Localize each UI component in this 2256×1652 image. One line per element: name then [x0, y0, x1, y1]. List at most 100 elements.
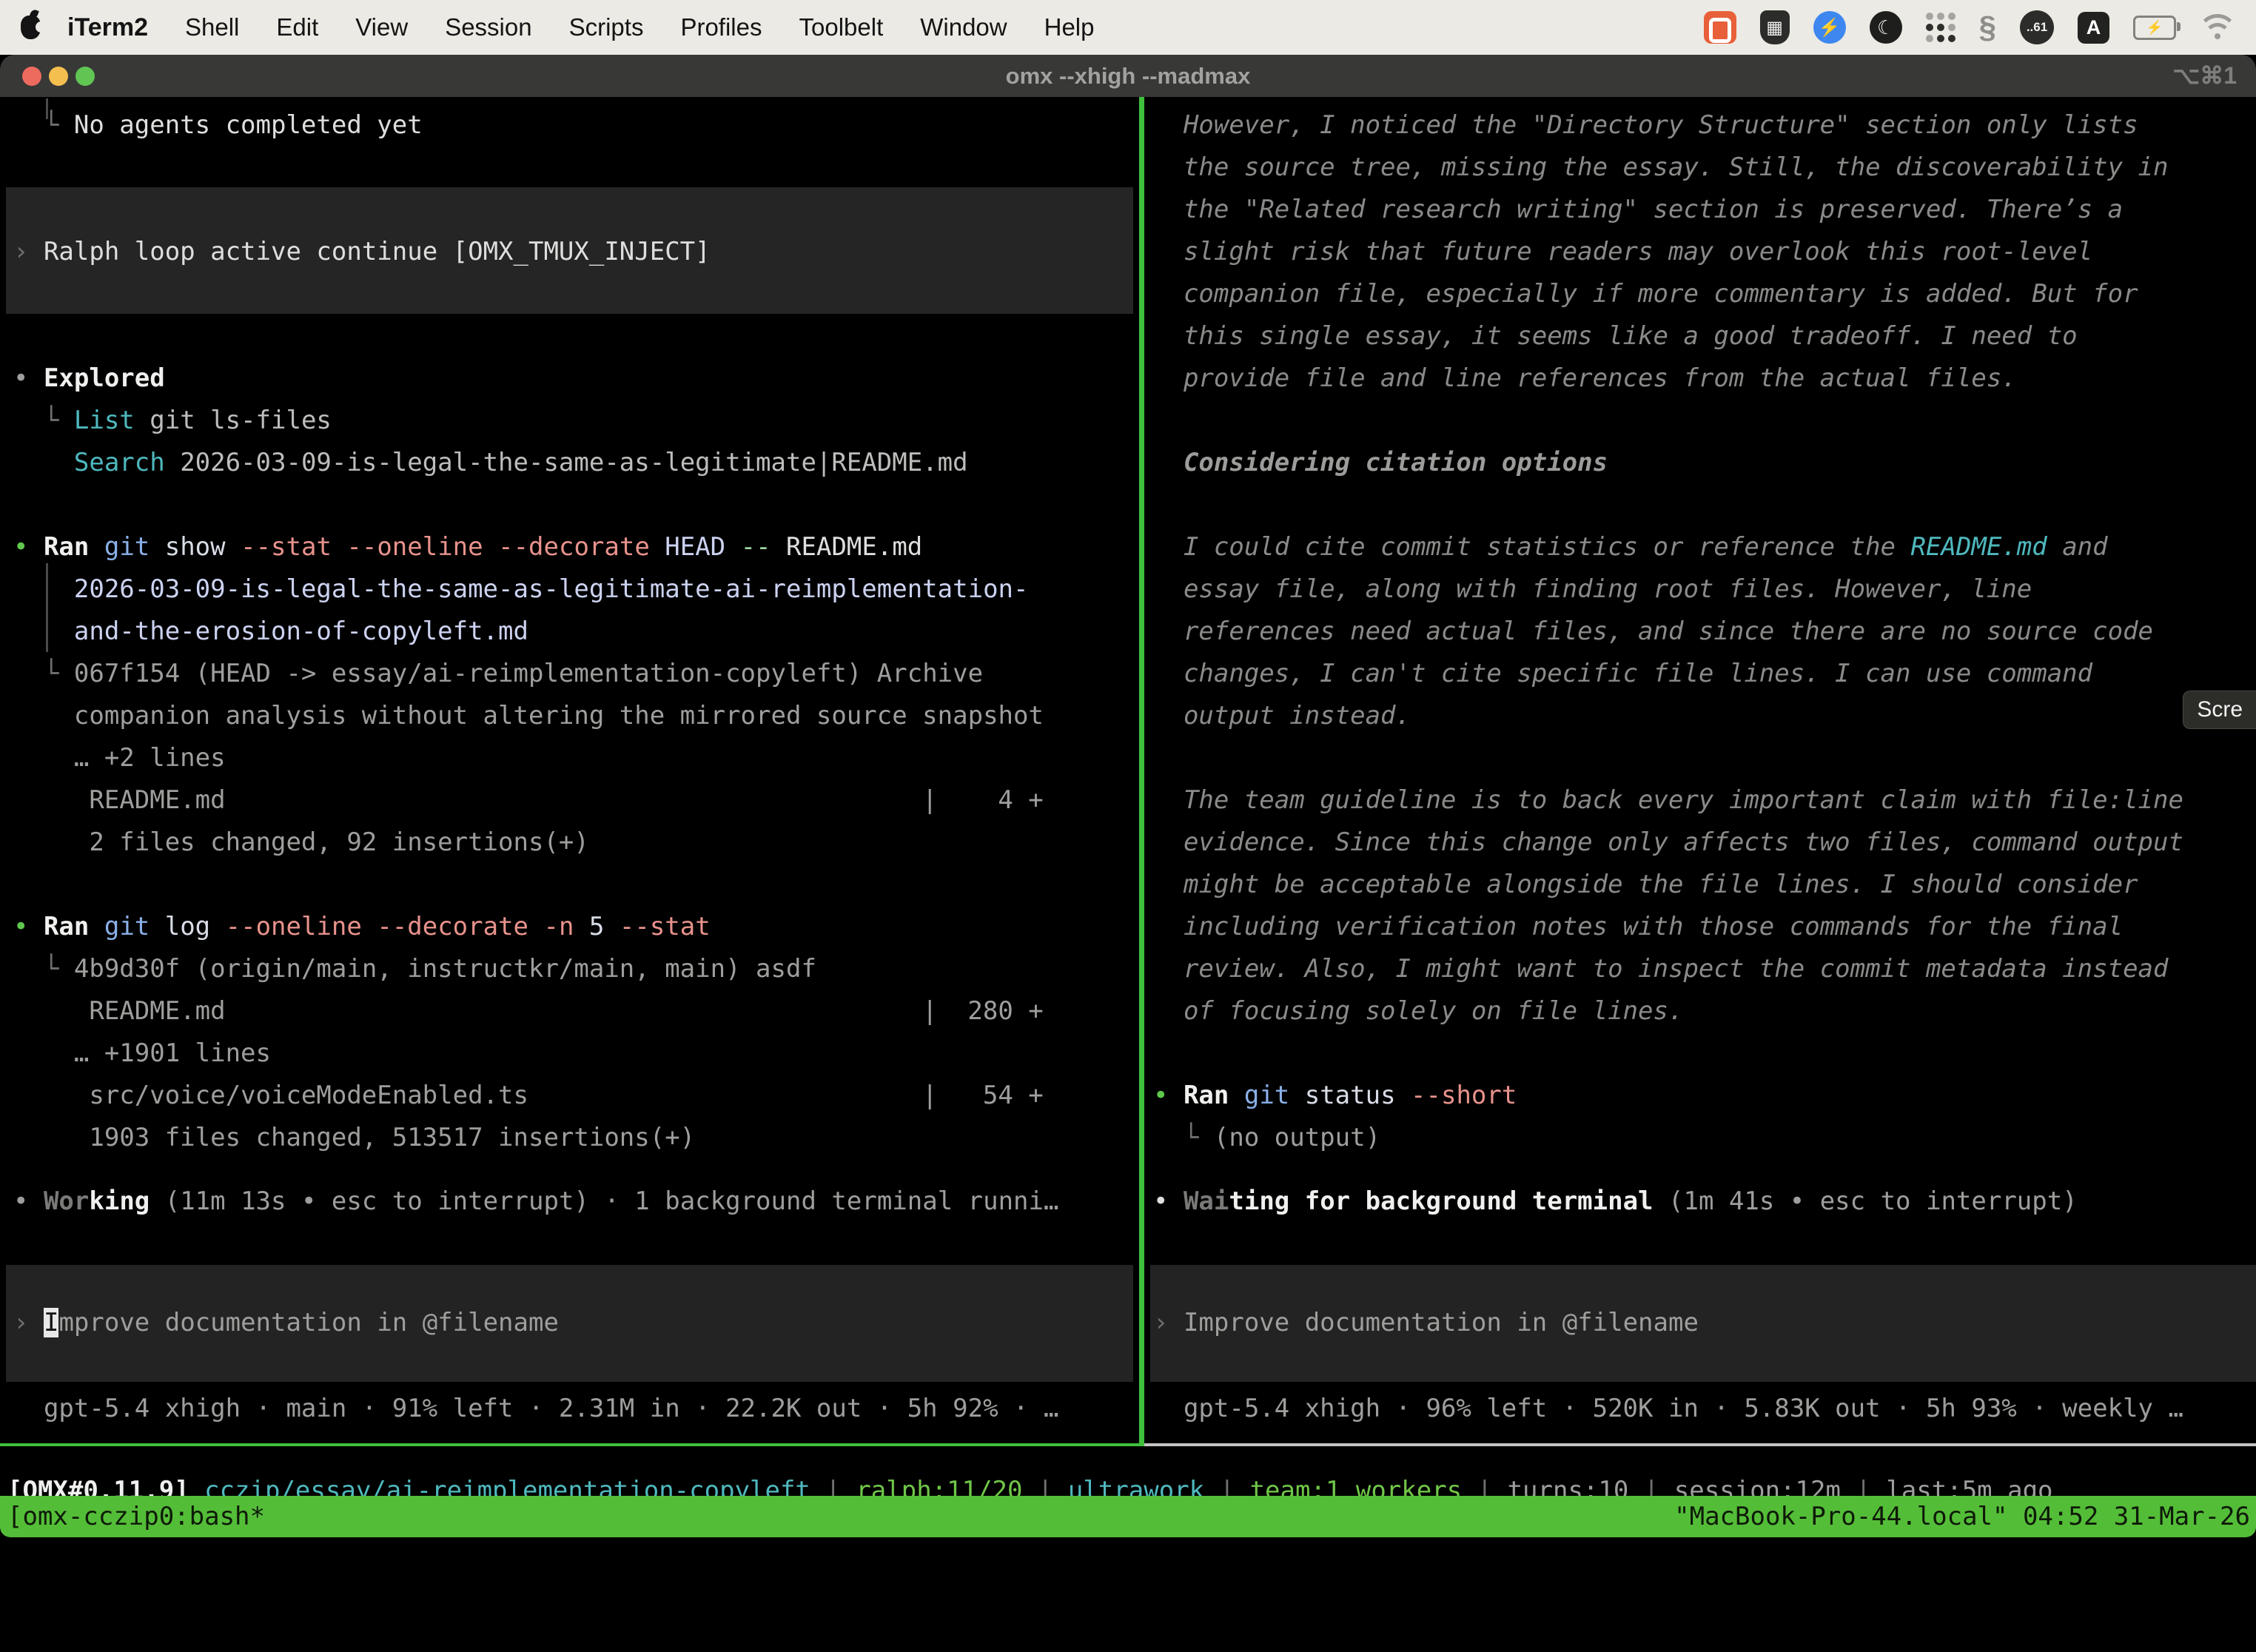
text-segment: However, I noticed the "Directory Struct…: [1153, 110, 2138, 140]
left-pane[interactable]: └ No agents completed yet› Ralph loop ac…: [0, 97, 1139, 1445]
terminal-line: companion analysis without altering the …: [13, 695, 1044, 737]
shield-grid-icon[interactable]: [1760, 10, 1790, 44]
text-segment: └: [1153, 1123, 1214, 1152]
menu-item-shell[interactable]: Shell: [185, 13, 239, 42]
workflow-badge-icon[interactable]: [1813, 11, 1846, 44]
text-segment: git ls-files: [150, 406, 332, 435]
text-segment: README.md: [13, 996, 226, 1026]
terminal-line: references need actual files, and since …: [1153, 611, 2153, 653]
text-segment: references need actual files, and since …: [1153, 617, 2153, 646]
text-segment: •: [13, 363, 44, 393]
text-segment: Ralph loop active continue [OMX_TMUX_INJ…: [44, 237, 711, 266]
text-segment: --: [741, 532, 786, 562]
battery-percent-label: ..61: [2027, 20, 2047, 35]
text-segment: … +1901 lines: [13, 1038, 271, 1068]
text-segment: Ran: [1184, 1081, 1244, 1110]
text-segment: the "Related research writing" section i…: [1153, 195, 2123, 224]
text-segment: gpt-5.4 xhigh · main · 91% left · 2.31M …: [13, 1394, 1058, 1423]
terminal-line: • Working (11m 13s • esc to interrupt) ·…: [13, 1181, 1058, 1223]
window-title-bar[interactable]: omx --xhigh --madmax ⌥⌘1: [0, 55, 2256, 97]
health-squiggle-icon[interactable]: §: [1979, 10, 1996, 45]
terminal-line: including verification notes with those …: [1153, 906, 2123, 948]
menu-item-iterm2[interactable]: iTerm2: [67, 13, 148, 42]
text-segment: | 4 +: [922, 779, 1044, 822]
terminal-line: README.md| 280 +: [13, 990, 226, 1032]
apple-menu-icon[interactable]: [21, 16, 41, 39]
right-pane[interactable]: However, I noticed the "Directory Struct…: [1144, 97, 2256, 1445]
text-segment: evidence. Since this change only affects…: [1153, 827, 2183, 857]
tmux-session-label: [omx-cczip0:bash*: [7, 1496, 265, 1537]
menu-item-window[interactable]: Window: [920, 13, 1007, 42]
screenshot-chat-icon[interactable]: [1704, 11, 1736, 44]
text-segment: 1903 files changed, 513517 insertions(+): [13, 1123, 695, 1152]
terminal-line: • Waiting for background terminal (1m 41…: [1153, 1181, 2078, 1223]
terminal-line: gpt-5.4 xhigh · 96% left · 520K in · 5.8…: [1153, 1388, 2183, 1430]
text-segment: changes, I can't cite specific file line…: [1153, 659, 2092, 688]
focus-crescent-icon[interactable]: [1870, 11, 1902, 44]
menu-item-profiles[interactable]: Profiles: [680, 13, 762, 42]
text-segment: Considering citation options: [1153, 448, 1608, 477]
text-segment: README.md: [1911, 532, 2047, 562]
menu-item-toolbelt[interactable]: Toolbelt: [799, 13, 884, 42]
terminal-line: › Ralph loop active continue [OMX_TMUX_I…: [13, 231, 711, 273]
text-segment: output instead.: [1153, 701, 1411, 731]
terminal-line: • Ran git log --oneline --decorate -n 5 …: [13, 906, 711, 948]
wifi-icon[interactable]: [2200, 14, 2235, 41]
dots-grid-icon[interactable]: [1926, 13, 1955, 42]
terminal-line: • Ran git show --stat --oneline --decora…: [13, 526, 922, 568]
terminal-line: slight risk that future readers may over…: [1153, 231, 2092, 273]
window-title: omx --xhigh --madmax: [0, 55, 2256, 97]
screen: iTerm2 Shell Edit View Session Scripts Profile…: [0, 0, 2256, 1652]
text-segment: [13, 448, 74, 477]
terminal-line: 2 files changed, 92 insertions(+): [13, 822, 589, 864]
text-segment: 5: [589, 912, 620, 941]
battery-icon[interactable]: ⚡: [2133, 16, 2176, 40]
text-segment: --oneline: [226, 912, 377, 941]
text-segment: No agents completed yet: [74, 110, 423, 140]
terminal-line: However, I noticed the "Directory Struct…: [1153, 104, 2138, 147]
text-segment: ›: [1153, 1308, 1184, 1337]
text-segment: git: [1244, 1081, 1305, 1110]
terminal-line: › Improve documentation in @filename: [1153, 1302, 1699, 1344]
menu-status-icons: § ..61 A ⚡: [1704, 10, 2235, 45]
terminal-line: └ List git ls-files: [13, 400, 332, 442]
text-segment: --oneline: [346, 532, 498, 562]
text-segment: README.md: [786, 532, 922, 562]
terminal-line: and-the-erosion-of-copyleft.md: [13, 611, 528, 653]
text-segment: ting for background terminal: [1229, 1186, 1653, 1216]
menu-item-view[interactable]: View: [355, 13, 408, 42]
terminal-line: output instead.: [1153, 695, 1411, 737]
menu-item-session[interactable]: Session: [445, 13, 531, 42]
text-segment: --short: [1411, 1081, 1517, 1110]
text-segment: provide file and line references from th…: [1153, 363, 2017, 393]
text-segment: slight risk that future readers may over…: [1153, 237, 2092, 266]
text-segment: … +2 lines: [13, 743, 226, 773]
menu-item-scripts[interactable]: Scripts: [569, 13, 644, 42]
text-segment: gpt-5.4 xhigh · 96% left · 520K in · 5.8…: [1153, 1394, 2183, 1423]
text-segment: The team guideline is to back every impo…: [1153, 785, 2183, 815]
tmux-host-clock: "MacBook-Pro-44.local" 04:52 31-Mar-26: [1674, 1496, 2250, 1537]
terminal-line: changes, I can't cite specific file line…: [1153, 653, 2092, 695]
window-shortcut-badge: ⌥⌘1: [2172, 55, 2237, 97]
terminal-line: └ 067f154 (HEAD -> essay/ai-reimplementa…: [13, 653, 983, 695]
terminal-line: └ (no output): [1153, 1117, 1380, 1159]
text-segment: --decorate: [498, 532, 665, 562]
text-segment: git: [104, 912, 165, 941]
battery-percent-badge-icon[interactable]: ..61: [2020, 10, 2054, 44]
input-source-icon[interactable]: A: [2078, 12, 2109, 44]
menu-item-help[interactable]: Help: [1044, 13, 1095, 42]
text-segment: status: [1305, 1081, 1411, 1110]
text-segment: and-the-erosion-of-copyleft.md: [13, 617, 528, 646]
text-segment: Wor: [44, 1186, 89, 1216]
input-source-label: A: [2087, 16, 2101, 39]
active-pane-bottom-border: [0, 1443, 1142, 1446]
text-segment: Improve documentation in @filename: [1184, 1308, 1699, 1337]
terminal-line: src/voice/voiceModeEnabled.ts| 54 +: [13, 1075, 528, 1117]
pane-divider[interactable]: [1139, 97, 1144, 1446]
terminal: └ No agents completed yet › Ralph loop ac…: [0, 97, 2256, 1652]
terminal-line: companion file, especially if more comme…: [1153, 273, 2138, 315]
text-segment: king: [89, 1186, 150, 1216]
text-segment: List: [74, 406, 150, 435]
menu-item-edit[interactable]: Edit: [276, 13, 318, 42]
text-segment: review. Also, I might want to inspect th…: [1153, 954, 2168, 984]
